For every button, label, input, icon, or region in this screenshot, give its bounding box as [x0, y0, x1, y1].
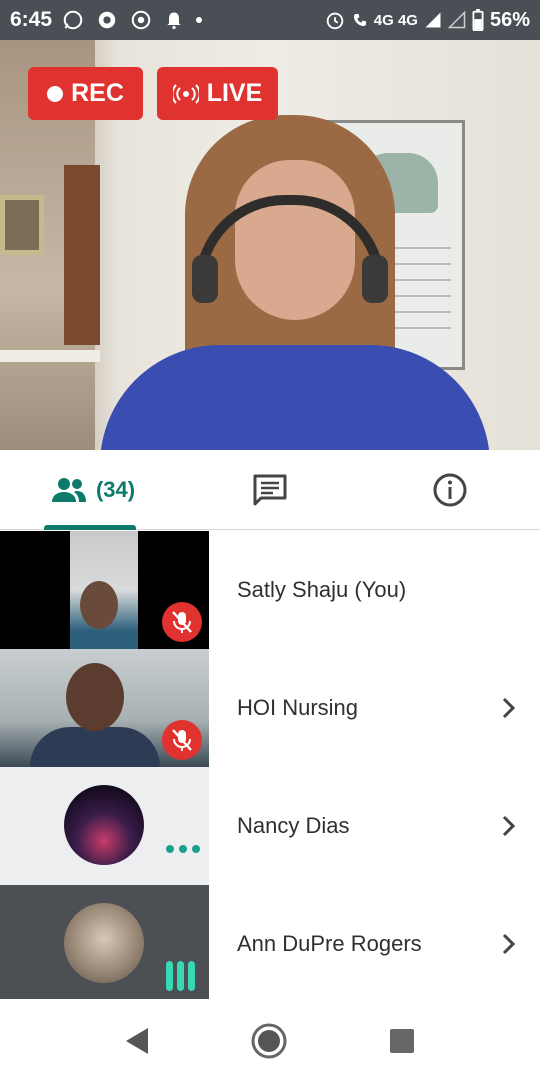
live-label: LIVE: [206, 79, 263, 107]
battery-icon: [472, 9, 484, 31]
rec-button[interactable]: REC: [28, 67, 143, 120]
recents-button[interactable]: [382, 1021, 422, 1061]
chevron-right-icon[interactable]: [502, 649, 516, 767]
volte-call-icon: [353, 14, 366, 26]
participant-video-person: [80, 581, 118, 629]
network-type: 4G 4G: [373, 11, 418, 29]
speaking-indicator-icon: [166, 961, 195, 991]
chevron-right-icon[interactable]: [502, 767, 516, 885]
video-background-door: [64, 165, 100, 345]
participant-thumbnail: [0, 767, 209, 885]
signal-weak-icon: [447, 11, 466, 29]
android-nav-bar: [0, 999, 540, 1080]
recents-square-icon: [390, 1029, 414, 1053]
speaker-earcup-right: [362, 255, 388, 303]
participant-name: Ann DuPre Rogers: [237, 931, 422, 956]
chevron-right-icon[interactable]: [502, 885, 516, 999]
whatsapp-icon: [63, 10, 83, 30]
video-background-molding: [0, 350, 100, 362]
people-icon: [51, 478, 86, 502]
mic-off-icon: [162, 602, 202, 642]
participant-name: Nancy Dias: [237, 813, 350, 838]
avatar: [64, 785, 144, 865]
participant-thumbnail: [0, 885, 209, 999]
home-button[interactable]: [249, 1021, 289, 1061]
participant-thumbnail: [0, 649, 209, 767]
participant-name: Satly Shaju (You): [237, 577, 407, 602]
active-tab-indicator: [44, 525, 136, 530]
record-dot-icon: [47, 85, 64, 102]
system-icons: 4G 4G 56%: [324, 9, 530, 32]
participant-list[interactable]: Satly Shaju (You) HOI Nursing Nancy Dias: [0, 531, 540, 999]
live-button[interactable]: LIVE: [157, 67, 278, 120]
participant-row[interactable]: HOI Nursing: [0, 649, 540, 767]
signal-icon: [425, 12, 441, 28]
app-notification-icon: [98, 11, 116, 29]
participant-thumbnail: [0, 531, 209, 649]
bell-icon: [167, 12, 181, 30]
participants-count: (34): [95, 477, 136, 502]
meeting-tabs: (34): [0, 450, 540, 530]
tab-participants[interactable]: (34): [40, 450, 145, 530]
tab-chat[interactable]: [230, 450, 310, 530]
alarm-icon: [326, 12, 344, 30]
participant-video-person: [66, 663, 124, 731]
speaker-person: [100, 115, 490, 450]
chat-icon: [253, 474, 287, 506]
rec-label: REC: [71, 79, 124, 107]
participant-name: HOI Nursing: [237, 695, 359, 720]
participant-row[interactable]: Ann DuPre Rogers: [0, 885, 540, 999]
avatar: [64, 903, 144, 983]
status-bar: 6:45 4G 4G 56%: [0, 0, 540, 40]
speaker-earcup-left: [192, 255, 218, 303]
participant-row[interactable]: Nancy Dias: [0, 767, 540, 885]
mic-off-icon: [162, 720, 202, 760]
back-button[interactable]: [117, 1021, 157, 1061]
speaker-shirt: [100, 345, 490, 450]
more-notifications-dot-icon: [196, 17, 203, 23]
live-broadcast-icon: [172, 83, 199, 104]
participant-row[interactable]: Satly Shaju (You): [0, 531, 540, 649]
notification-icons: [62, 9, 203, 31]
info-icon: [433, 473, 467, 507]
tab-info[interactable]: [410, 450, 490, 530]
video-background-picture-frame: [0, 195, 44, 255]
chrome-icon: [131, 10, 151, 30]
participant-video-body: [30, 727, 160, 767]
back-triangle-icon: [126, 1028, 148, 1054]
status-time: 6:45: [10, 8, 53, 31]
home-circle-icon: [251, 1023, 287, 1059]
connecting-dots-icon: [166, 845, 200, 853]
battery-percent: 56%: [489, 8, 530, 31]
